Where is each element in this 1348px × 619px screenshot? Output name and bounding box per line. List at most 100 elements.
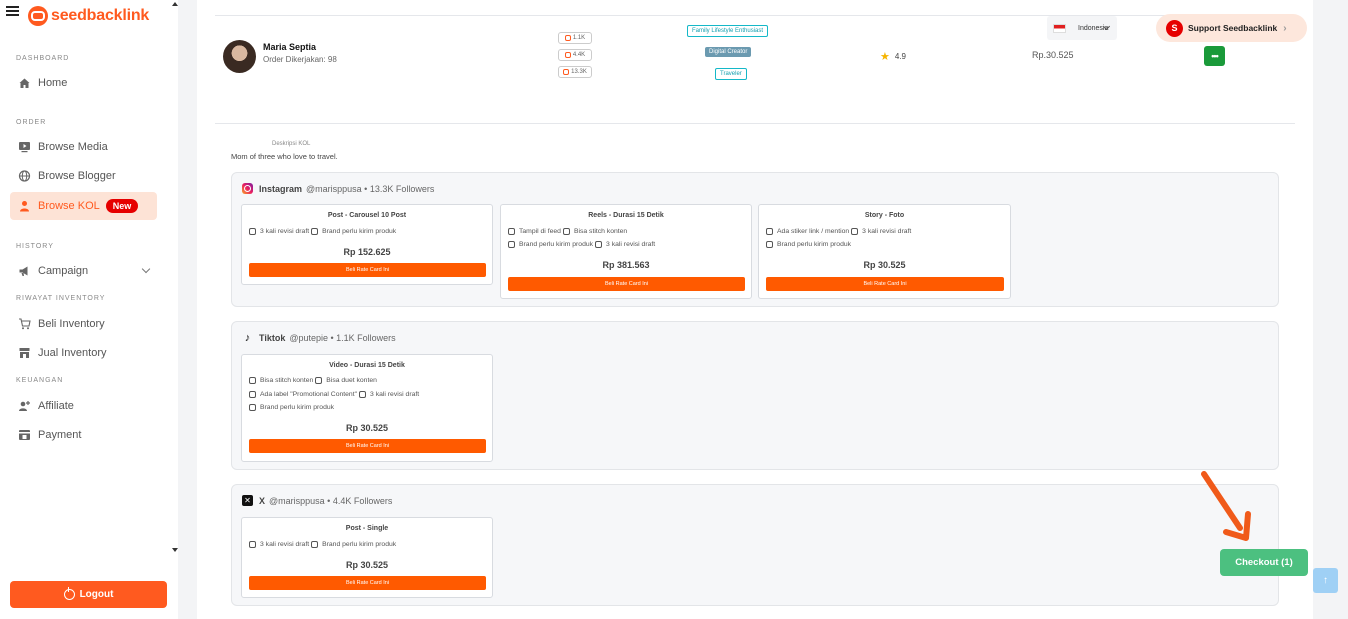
- feature: Brand perlu kirim produk: [777, 241, 852, 248]
- rate-card-price: Rp 30.525: [345, 560, 389, 570]
- new-badge: New: [105, 199, 139, 213]
- rate-card-features: Brand perlu kirim produk: [766, 241, 851, 248]
- description-label: Deskripsi KOL: [272, 141, 311, 147]
- rate-card-features: Bisa stitch konten Bisa duet konten: [249, 377, 377, 384]
- rate-card-features: Brand perlu kirim produk: [249, 404, 334, 411]
- feature: 3 kali revisi draft: [862, 228, 912, 235]
- buy-rate-card-button[interactable]: Beli Rate Card Ini: [508, 277, 745, 291]
- tiktok-icon: ♪: [244, 331, 251, 344]
- feature: 3 kali revisi draft: [260, 541, 310, 548]
- sidebar-item-browse-kol[interactable]: Browse KOL New: [10, 192, 157, 220]
- feature: Ada label "Promotional Content": [260, 391, 358, 398]
- hamburger-menu-icon[interactable]: [6, 6, 19, 16]
- support-label: Support Seedbacklink: [1188, 23, 1278, 33]
- stat-value: 1.1K: [572, 35, 586, 41]
- rating-value: 4.9: [894, 52, 906, 61]
- rate-card-price: Rp 30.525: [863, 260, 906, 270]
- buy-rate-card-button[interactable]: Beli Rate Card Ini: [249, 439, 486, 453]
- sidebar-item-affiliate[interactable]: Affiliate: [10, 392, 157, 420]
- rate-card-features: 3 kali revisi draft Brand perlu kirim pro…: [249, 228, 396, 235]
- feed-icon: [508, 228, 515, 235]
- revision-icon: [595, 241, 603, 248]
- feature: 3 kali revisi draft: [260, 228, 310, 235]
- tiktok-followers-stat: 13.3K: [558, 66, 592, 78]
- sidebar-item-label: Browse Media: [38, 141, 108, 153]
- sidebar-item-label: Jual Inventory: [38, 347, 107, 359]
- rate-card-title: Reels - Durasi 15 Detik: [588, 212, 664, 219]
- duet-icon: [315, 377, 323, 384]
- sidebar-item-label: Payment: [38, 429, 82, 441]
- shuffle-icon: [562, 228, 570, 235]
- country-select[interactable]: Indonesia: [1047, 16, 1117, 40]
- rate-card-features: Brand perlu kirim produk 3 kali revisi dr…: [508, 241, 655, 248]
- rate-card-title: Post - Single: [345, 525, 389, 532]
- tiktok-icon: [563, 69, 570, 75]
- sidebar-item-browse-blogger[interactable]: Browse Blogger: [10, 162, 157, 190]
- star-icon: ★: [880, 51, 890, 63]
- divider: [215, 123, 1295, 124]
- sidebar-item-label: Affiliate: [38, 400, 74, 412]
- platform-info: @marisppusa • 13.3K Followers: [306, 183, 435, 194]
- logout-label: Logout: [79, 589, 114, 600]
- check-circle-icon: [249, 391, 256, 398]
- rate-card: Video - Durasi 15 Detik Bisa stitch kont…: [241, 354, 493, 462]
- support-button[interactable]: S Support Seedbacklink ›: [1156, 14, 1307, 42]
- payment-icon: [18, 429, 31, 441]
- stat-value: 4.4K: [572, 52, 586, 58]
- instagram-section: Instagram @marisppusa • 13.3K Followers …: [231, 172, 1279, 307]
- chevron-down-icon[interactable]: [141, 264, 151, 274]
- rate-card: Post - Carousel 10 Post 3 kali revisi dr…: [241, 204, 493, 285]
- feature: Bisa duet konten: [326, 377, 377, 384]
- kol-name: Maria Septia: [263, 42, 317, 52]
- buy-rate-card-button[interactable]: Beli Rate Card Ini: [766, 277, 1004, 291]
- revision-icon: [249, 228, 256, 235]
- section-order: ORDER: [16, 119, 47, 126]
- brand-name: seedbacklink: [51, 7, 150, 24]
- platform-header: Instagram @marisppusa • 13.3K Followers: [242, 183, 434, 194]
- globe-icon: [18, 170, 31, 182]
- feature: 3 kali revisi draft: [606, 241, 656, 248]
- support-logo-icon: S: [1166, 19, 1183, 37]
- sidebar-item-label: Beli Inventory: [38, 318, 105, 330]
- x-section: ✕ X @marisppusa • 4.4K Followers Post - …: [231, 484, 1279, 606]
- rate-card-price: Rp 152.625: [343, 247, 391, 257]
- revision-icon: [851, 228, 859, 235]
- feature: 3 kali revisi draft: [370, 391, 420, 398]
- platform-info: @putepie • 1.1K Followers: [289, 332, 396, 343]
- link-icon: [766, 228, 773, 235]
- buy-rate-card-button[interactable]: Beli Rate Card Ini: [249, 263, 486, 277]
- checkout-button[interactable]: Checkout (1): [1220, 549, 1308, 576]
- box-icon: [311, 541, 319, 548]
- feature: Brand perlu kirim produk: [322, 541, 397, 548]
- rate-card-features: Ada label "Promotional Content" 3 kali re…: [249, 391, 419, 398]
- sidebar-scrollbar[interactable]: [172, 0, 178, 556]
- sidebar-item-jual-inventory[interactable]: Jual Inventory: [10, 339, 157, 367]
- logout-button[interactable]: Logout: [10, 581, 167, 608]
- rate-card: Reels - Durasi 15 Detik Tampil di feed Bi…: [500, 204, 752, 299]
- platform-header: ✕ X @marisppusa • 4.4K Followers: [242, 495, 392, 506]
- rate-card: Post - Single 3 kali revisi draft Brand p…: [241, 517, 493, 598]
- brand-logo[interactable]: seedbacklink: [28, 6, 149, 26]
- sidebar-item-browse-media[interactable]: Browse Media: [10, 133, 157, 161]
- sidebar-item-payment[interactable]: Payment: [10, 421, 157, 449]
- scroll-to-top-icon[interactable]: ↑: [1313, 568, 1338, 593]
- sidebar-item-campaign[interactable]: Campaign: [10, 257, 157, 285]
- chevron-right-icon: ›: [1283, 22, 1287, 34]
- sidebar-item-home[interactable]: Home: [10, 69, 157, 97]
- revision-icon: [359, 391, 367, 398]
- rating: ★ 4.9: [880, 50, 906, 63]
- user-plus-icon: [18, 400, 31, 412]
- rate-card-features: 3 kali revisi draft Brand perlu kirim pro…: [249, 541, 396, 548]
- rate-card-features: Ada stiker link / mention 3 kali revisi d…: [766, 228, 911, 235]
- feature: Brand perlu kirim produk: [519, 241, 594, 248]
- platform-name: Tiktok: [259, 332, 286, 343]
- buy-rate-card-button[interactable]: Beli Rate Card Ini: [249, 576, 486, 590]
- feature: Brand perlu kirim produk: [322, 228, 397, 235]
- home-icon: [18, 77, 31, 89]
- box-icon: [766, 241, 773, 248]
- main-content: Maria Septia Order Dikerjakan: 98 1.1K 4…: [197, 0, 1313, 619]
- more-options-button[interactable]: •••: [1204, 46, 1225, 66]
- sidebar-item-beli-inventory[interactable]: Beli Inventory: [10, 310, 157, 338]
- category-tag: Family Lifestyle Enthusiast: [687, 25, 769, 37]
- x-followers-stat: 4.4K: [558, 49, 592, 61]
